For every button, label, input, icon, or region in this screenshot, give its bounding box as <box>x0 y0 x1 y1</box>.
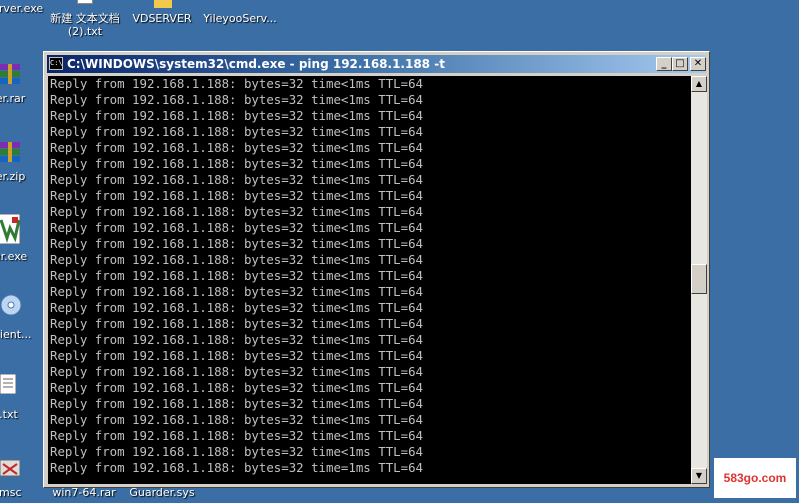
cmd-window[interactable]: C:\ C:\WINDOWS\system32\cmd.exe - ping 1… <box>43 51 710 488</box>
console-line: Reply from 192.168.1.188: bytes=32 time<… <box>50 204 423 219</box>
text-file-icon <box>77 0 93 4</box>
console-line: Reply from 192.168.1.188: bytes=32 time<… <box>50 220 423 235</box>
console-line: Reply from 192.168.1.188: bytes=32 time<… <box>50 380 423 395</box>
console-line: Reply from 192.168.1.188: bytes=32 time<… <box>50 428 423 443</box>
management-console-icon <box>0 458 21 478</box>
folder-icon <box>154 0 172 8</box>
console-line: Reply from 192.168.1.188: bytes=32 time<… <box>50 188 423 203</box>
desktop-icon-server-rar[interactable]: rver.rar <box>0 62 38 105</box>
scroll-thumb[interactable] <box>691 264 707 294</box>
watermark: 583go.com <box>714 458 796 498</box>
desktop-icon-label: VDSERVER <box>132 12 192 25</box>
maximize-button[interactable]: □ <box>672 57 688 71</box>
desktop-icon-server-zip[interactable]: rver.zip <box>0 140 38 183</box>
console-line: Reply from 192.168.1.188: bytes=32 time<… <box>50 348 423 363</box>
close-button[interactable]: ✕ <box>690 57 706 71</box>
console-line: Reply from 192.168.1.188: bytes=32 time<… <box>50 364 423 379</box>
desktop-icon-vdserver[interactable]: VDSERVER <box>122 0 202 25</box>
console-line: Reply from 192.168.1.188: bytes=32 time<… <box>50 316 423 331</box>
desktop-icon-client[interactable]: oClient... <box>0 294 38 341</box>
title-bar[interactable]: C:\ C:\WINDOWS\system32\cmd.exe - ping 1… <box>47 55 706 73</box>
console-line: Reply from 192.168.1.188: bytes=32 time<… <box>50 92 423 107</box>
console-line: Reply from 192.168.1.188: bytes=32 time<… <box>50 284 423 299</box>
console-line: Reply from 192.168.1.188: bytes=32 time<… <box>50 444 423 459</box>
console-line: Reply from 192.168.1.188: bytes=32 time<… <box>50 76 423 91</box>
desktop-icon-msc[interactable]: 盘.msc <box>0 458 36 499</box>
disc-icon <box>0 294 22 316</box>
desktop-icon-yileyooserv[interactable]: YileyooServ... <box>200 12 280 25</box>
desktop-icon-text-file[interactable]: 新建 文本文档 (2).txt <box>44 0 126 38</box>
minimize-button[interactable]: _ <box>656 57 672 71</box>
console-line: Reply from 192.168.1.188: bytes=32 time=… <box>50 460 423 475</box>
console-line: Reply from 192.168.1.188: bytes=32 time<… <box>50 412 423 427</box>
console-line: Reply from 192.168.1.188: bytes=32 time<… <box>50 124 423 139</box>
winrar-archive-icon <box>0 140 22 164</box>
console-line: Reply from 192.168.1.188: bytes=32 time<… <box>50 108 423 123</box>
vertical-scrollbar[interactable]: ▲ ▼ <box>691 76 707 484</box>
application-icon <box>0 213 21 245</box>
console-line: Reply from 192.168.1.188: bytes=32 time<… <box>50 268 423 283</box>
scroll-up-button[interactable]: ▲ <box>691 76 707 92</box>
winrar-archive-icon <box>0 62 22 86</box>
desktop-icon-d-txt[interactable]: d.txt <box>0 373 38 421</box>
desktop-icon-label: YileyooServ... <box>203 12 277 25</box>
console-line: Reply from 192.168.1.188: bytes=32 time<… <box>50 156 423 171</box>
console-line: Reply from 192.168.1.188: bytes=32 time<… <box>50 140 423 155</box>
desktop-icon-server-exe[interactable]: rver.exe <box>0 213 38 263</box>
watermark-text: 583go.com <box>723 471 787 485</box>
console-line: Reply from 192.168.1.188: bytes=32 time<… <box>50 332 423 347</box>
console-icon[interactable]: C:\ <box>49 57 63 70</box>
console-line: Reply from 192.168.1.188: bytes=32 time<… <box>50 236 423 251</box>
console-line: Reply from 192.168.1.188: bytes=32 time<… <box>50 396 423 411</box>
console-line: Reply from 192.168.1.188: bytes=32 time<… <box>50 172 423 187</box>
text-file-icon <box>0 373 17 395</box>
scroll-down-button[interactable]: ▼ <box>691 468 707 484</box>
console-line: Reply from 192.168.1.188: bytes=32 time<… <box>50 300 423 315</box>
window-title: C:\WINDOWS\system32\cmd.exe - ping 192.1… <box>67 57 445 71</box>
console-output[interactable]: Reply from 192.168.1.188: bytes=32 time<… <box>48 76 691 484</box>
desktop-icon-label: 新建 文本文档 (2).txt <box>50 12 120 38</box>
console-line: Reply from 192.168.1.188: bytes=32 time<… <box>50 252 423 267</box>
